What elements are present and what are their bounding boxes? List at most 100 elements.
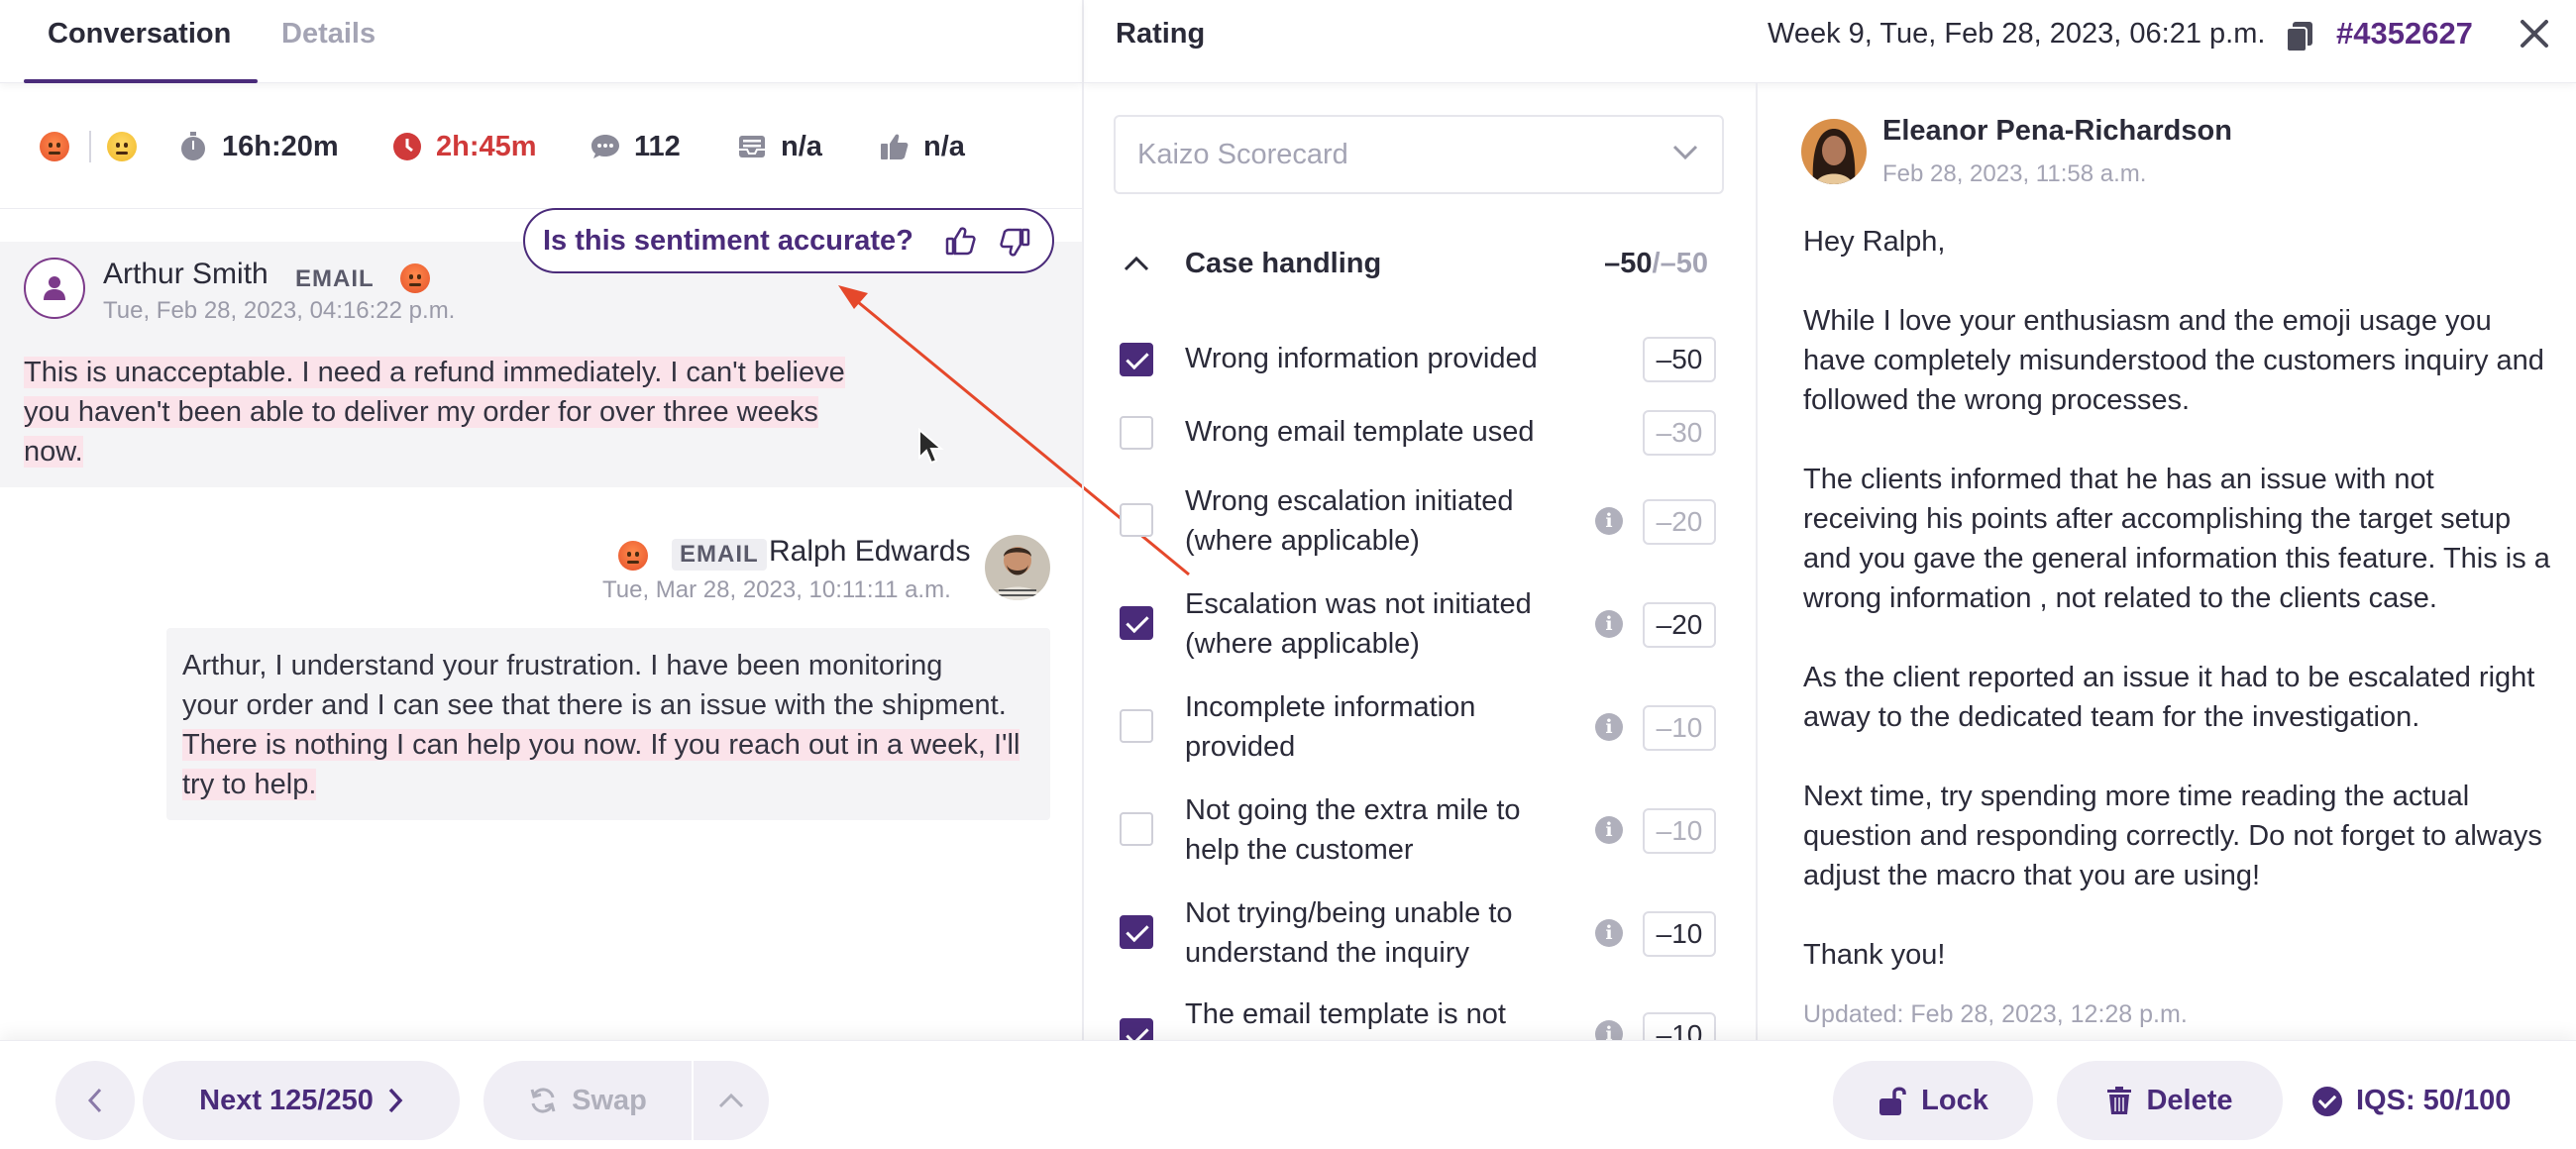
criterion-row: Wrong escalation initiated (where applic…	[1114, 477, 1738, 567]
criterion-checkbox[interactable]	[1120, 915, 1153, 949]
close-icon[interactable]	[2519, 18, 2550, 50]
criterion-checkbox[interactable]	[1120, 416, 1153, 450]
info-icon[interactable]: i	[1595, 713, 1623, 741]
chevron-up-icon[interactable]	[1124, 256, 1149, 271]
channel-badge: EMAIL	[672, 539, 767, 571]
message-body: Arthur, I understand your frustration. I…	[182, 650, 1020, 800]
thumbs-up-icon	[881, 134, 909, 159]
divider	[89, 131, 91, 162]
criterion-score: –30	[1643, 410, 1716, 456]
highlighted-text: There is nothing I can help you now. If …	[182, 729, 1020, 761]
previous-button[interactable]	[55, 1061, 135, 1140]
info-icon[interactable]: i	[1595, 919, 1623, 947]
criterion-checkbox[interactable]	[1120, 606, 1153, 640]
csat-stat: n/a	[737, 117, 822, 176]
messages-stat: 112	[590, 117, 681, 176]
agent-message: Arthur, I understand your frustration. I…	[166, 628, 1050, 820]
ticket-id[interactable]: #4352627	[2336, 16, 2473, 52]
criterion-checkbox[interactable]	[1120, 812, 1153, 846]
tab-bar: Conversation Details	[0, 0, 1082, 83]
message-body: This is unacceptable. I need a refund im…	[24, 353, 896, 471]
reviewer-timestamp: Feb 28, 2023, 11:58 a.m.	[1882, 160, 2147, 187]
user-icon	[44, 276, 65, 300]
criterion-label: The email template is not	[1185, 998, 1506, 1030]
rating-header: Rating Week 9, Tue, Feb 28, 2023, 06:21 …	[1084, 0, 2576, 83]
divider	[1082, 0, 1084, 1040]
criterion-label: Wrong email template used	[1185, 416, 1535, 448]
message-timestamp: Tue, Feb 28, 2023, 04:16:22 p.m.	[103, 297, 456, 324]
duration-stat: 16h:20m	[178, 117, 339, 176]
criterion-score: –10	[1643, 911, 1716, 957]
criterion-checkbox[interactable]	[1120, 1018, 1153, 1040]
criterion-row: Wrong information provided –50	[1114, 337, 1738, 386]
channel-badge: EMAIL	[295, 265, 375, 292]
neutral-sentiment-icon[interactable]	[107, 117, 137, 176]
criterion-row: Not going the extra mile to help the cus…	[1114, 786, 1738, 876]
agent-avatar	[985, 535, 1050, 600]
criterion-label: Not trying/being unable to understand th…	[1185, 897, 1513, 969]
tab-details[interactable]: Details	[281, 18, 376, 51]
comment-paragraph: Hey Ralph,	[1803, 226, 1946, 258]
criterion-checkbox[interactable]	[1120, 503, 1153, 537]
mouse-cursor-icon	[918, 428, 944, 465]
criterion-score: –10	[1643, 1012, 1716, 1040]
swap-menu-button[interactable]	[694, 1061, 769, 1140]
info-icon[interactable]: i	[1595, 507, 1623, 535]
active-tab-indicator	[24, 79, 258, 83]
rating-stat: n/a	[880, 117, 965, 176]
inbox-icon	[739, 136, 765, 157]
criterion-score: –20	[1643, 499, 1716, 545]
sentiment-question: Is this sentiment accurate?	[543, 224, 913, 257]
criterion-label: Escalation was not initiated (where appl…	[1185, 588, 1532, 660]
delete-button[interactable]: Delete	[2057, 1061, 2283, 1140]
footer-toolbar: Next 125/250 Swap Lock Delete IQS: 50/10…	[0, 1040, 2576, 1149]
criterion-score: –20	[1643, 602, 1716, 648]
info-icon[interactable]: i	[1595, 816, 1623, 844]
comment-paragraph: As the client reported an issue it had t…	[1803, 662, 2535, 733]
criterion-label: Not going the extra mile to help the cus…	[1185, 794, 1521, 866]
criterion-label: Wrong escalation initiated (where applic…	[1185, 485, 1514, 557]
criterion-score: –10	[1643, 705, 1716, 751]
category-header[interactable]: Case handling –50/–50	[1114, 244, 1724, 287]
chevron-right-icon	[388, 1088, 403, 1113]
criterion-checkbox[interactable]	[1120, 709, 1153, 743]
copy-icon[interactable]	[2285, 20, 2314, 53]
reviewer-avatar	[1801, 119, 1867, 184]
category-title: Case handling	[1185, 248, 1382, 279]
angry-sentiment-icon	[400, 263, 430, 298]
divider	[1756, 83, 1758, 1040]
next-button[interactable]: Next 125/250	[143, 1061, 460, 1140]
response-time-stat: 2h:45m	[392, 117, 537, 176]
sentiment-feedback-prompt: Is this sentiment accurate?	[523, 208, 1054, 273]
swap-button[interactable]: Swap	[483, 1061, 692, 1140]
scorecard-select[interactable]: Kaizo Scorecard	[1114, 115, 1724, 194]
iqs-score: IQS: 50/100	[2312, 1085, 2511, 1117]
category-score: –50/–50	[1604, 248, 1708, 279]
criterion-label: Wrong information provided	[1185, 343, 1538, 374]
tab-conversation[interactable]: Conversation	[48, 18, 231, 51]
info-icon[interactable]: i	[1595, 610, 1623, 638]
review-comment: Hey Ralph, While I love your enthusiasm …	[1803, 222, 2556, 1014]
angry-sentiment-icon[interactable]	[40, 117, 69, 176]
conversation-stats: 16h:20m 2h:45m 112 n/a n/a	[0, 117, 1082, 176]
chevron-down-icon	[1672, 145, 1698, 160]
thumbs-up-icon[interactable]	[945, 226, 977, 258]
scorecard-select-value: Kaizo Scorecard	[1137, 139, 1348, 170]
criterion-score: –50	[1643, 337, 1716, 382]
comment-paragraph: While I love your enthusiasm and the emo…	[1803, 305, 2544, 416]
rating-date: Week 9, Tue, Feb 28, 2023, 06:21 p.m.	[1768, 18, 2266, 50]
criterion-checkbox[interactable]	[1120, 343, 1153, 376]
highlighted-text: you haven't been able to deliver my orde…	[24, 396, 818, 428]
conversation-panel: Conversation Details 16h:20m 2h:45m 112 …	[0, 0, 1082, 1040]
criterion-row: Incomplete information provided i –10	[1114, 683, 1738, 773]
highlighted-text: This is unacceptable. I need a refund im…	[24, 357, 845, 388]
info-icon[interactable]: i	[1595, 1020, 1623, 1040]
comment-paragraph: Thank you!	[1803, 939, 1946, 971]
chevron-up-icon	[718, 1093, 744, 1108]
thumbs-down-icon[interactable]	[999, 226, 1030, 258]
lock-button[interactable]: Lock	[1833, 1061, 2033, 1140]
criterion-row: The email template is not i –10	[1114, 992, 1738, 1040]
refresh-icon	[530, 1088, 556, 1113]
chat-bubble-icon	[591, 135, 619, 158]
criterion-label: Incomplete information provided	[1185, 691, 1476, 763]
